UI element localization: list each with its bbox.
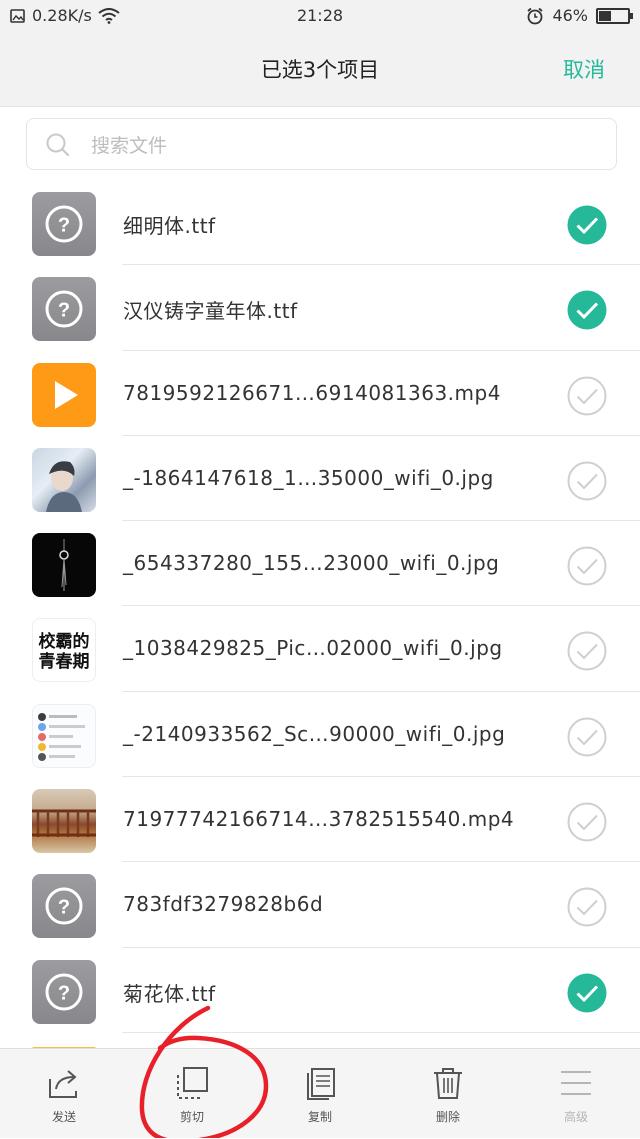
file-row[interactable]: _-1864147618_1…35000_wifi_0.jpg <box>0 436 640 522</box>
delete-button[interactable]: 删除 <box>384 1049 512 1139</box>
search-placeholder: 搜索文件 <box>91 135 168 157</box>
share-icon <box>49 1070 77 1098</box>
cancel-button[interactable]: 取消 <box>563 54 605 84</box>
delete-label: 删除 <box>435 1110 460 1124</box>
checkbox-unchecked-icon[interactable] <box>567 802 607 842</box>
file-row[interactable]: ? 783fdf3279828b6d <box>0 862 640 948</box>
file-row[interactable]: ? 菊花体.ttf <box>0 948 640 1033</box>
checkbox-unchecked-icon[interactable] <box>567 631 607 671</box>
file-row[interactable]: ? 汉仪铸字童年体.ttf <box>0 265 640 351</box>
file-name: 783fdf3279828b6d <box>123 892 324 917</box>
file-name: _-1864147618_1…35000_wifi_0.jpg <box>123 465 494 490</box>
copy-icon <box>307 1068 335 1100</box>
poster-image: 校霸的青春期 <box>39 631 90 672</box>
video-file-icon <box>32 362 96 427</box>
search-icon <box>46 133 70 157</box>
send-button[interactable]: 发送 <box>0 1049 128 1139</box>
file-name: 7819592126671…6914081363.mp4 <box>123 380 501 405</box>
svg-text:?: ? <box>58 215 70 237</box>
checkbox-checked-icon[interactable] <box>567 205 607 245</box>
image-thumbnail <box>32 533 96 598</box>
selection-header: 已选3个项目 取消 <box>0 32 640 107</box>
unknown-file-icon: ? <box>32 277 96 342</box>
file-row[interactable]: 7819592126671…6914081363.mp4 <box>0 351 640 436</box>
cut-button[interactable]: 剪切 <box>128 1049 256 1139</box>
file-name: 71977742166714…3782515540.mp4 <box>123 807 515 832</box>
bottom-toolbar: 发送 剪切 复制 删除 高级 <box>0 1048 640 1138</box>
image-thumbnail <box>32 447 96 512</box>
cut-icon <box>177 1067 208 1099</box>
file-row[interactable]: ? 细明体.ttf <box>0 180 640 266</box>
unknown-file-icon: ? <box>32 959 96 1024</box>
divider <box>122 1031 640 1033</box>
file-name: _1038429825_Pic…02000_wifi_0.jpg <box>123 636 503 661</box>
file-name: 菊花体.ttf <box>123 981 216 1006</box>
cut-label: 剪切 <box>179 1110 204 1124</box>
checkbox-unchecked-icon[interactable] <box>567 887 607 927</box>
copy-button[interactable]: 复制 <box>256 1049 384 1139</box>
copy-label: 复制 <box>307 1110 332 1124</box>
battery-percent: 46% <box>552 6 588 25</box>
page-title: 已选3个项目 <box>260 58 380 82</box>
menu-icon <box>561 1071 591 1095</box>
more-label: 高级 <box>563 1110 588 1124</box>
checkbox-checked-icon[interactable] <box>567 290 607 330</box>
file-row[interactable]: 71977742166714…3782515540.mp4 <box>0 777 640 863</box>
file-name: 汉仪铸字童年体.ttf <box>123 299 298 324</box>
file-list: ? 细明体.ttf ? 汉仪铸字童年体.ttf 7819592126671…69… <box>0 180 640 1033</box>
svg-text:?: ? <box>58 897 70 919</box>
file-name: _654337280_155…23000_wifi_0.jpg <box>123 551 500 576</box>
file-row[interactable]: _-2140933562_Sc…90000_wifi_0.jpg <box>0 692 640 778</box>
unknown-file-icon: ? <box>32 874 96 939</box>
checkbox-checked-icon[interactable] <box>567 973 607 1013</box>
status-bar: 0.28K/s 21:28 46% <box>0 0 640 32</box>
unknown-file-icon: ? <box>32 192 96 256</box>
image-thumbnail: 校霸的 青春期 <box>32 618 96 683</box>
checkbox-unchecked-icon[interactable] <box>567 717 607 757</box>
checkbox-unchecked-icon[interactable] <box>567 461 607 501</box>
checkbox-unchecked-icon[interactable] <box>567 376 607 416</box>
file-row[interactable]: 校霸的 青春期 _1038429825_Pic…02000_wifi_0.jpg <box>0 606 640 692</box>
checkbox-unchecked-icon[interactable] <box>567 546 607 586</box>
search-input[interactable]: 搜索文件 <box>26 118 617 170</box>
video-thumbnail <box>32 789 96 854</box>
more-button[interactable]: 高级 <box>512 1049 640 1139</box>
file-name: 细明体.ttf <box>123 214 216 238</box>
send-label: 发送 <box>51 1110 76 1124</box>
poster-title-line2: 青春期 <box>39 651 90 672</box>
trash-icon <box>434 1068 462 1099</box>
file-name: _-2140933562_Sc…90000_wifi_0.jpg <box>123 721 506 746</box>
svg-text:?: ? <box>58 982 70 1004</box>
svg-text:?: ? <box>58 300 70 322</box>
battery-icon <box>596 7 633 24</box>
image-thumbnail <box>32 703 96 768</box>
alarm-icon <box>527 7 544 24</box>
file-row[interactable]: _654337280_155…23000_wifi_0.jpg <box>0 521 640 607</box>
poster-title-line1: 校霸的 <box>39 631 90 652</box>
